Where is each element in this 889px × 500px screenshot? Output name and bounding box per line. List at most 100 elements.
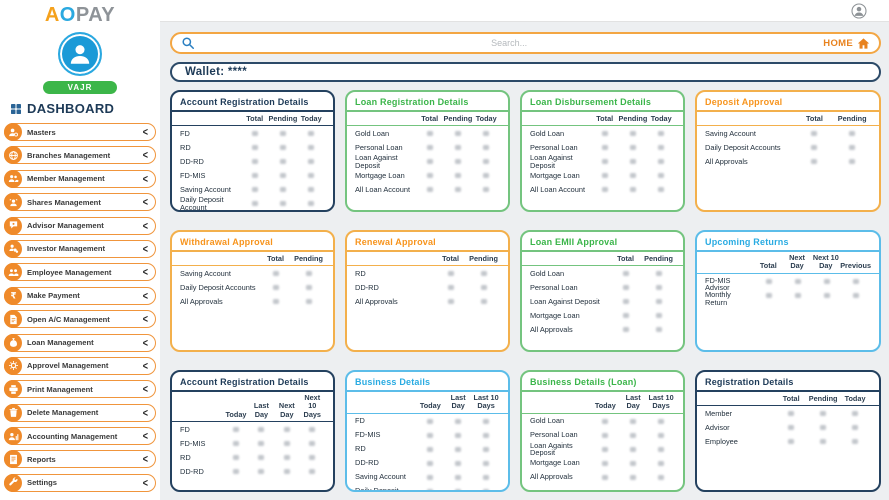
sidebar-item-employee-management[interactable]: Employee Management< (4, 263, 156, 281)
row-label: All Loan Account (530, 186, 591, 194)
blurred-value (602, 433, 608, 438)
row-label: DD-RD (355, 459, 416, 467)
blurred-value (481, 285, 487, 290)
value-cell (755, 293, 784, 298)
column-header: Next 10 Days (300, 394, 325, 419)
card-column-headers: TodayLast DayNext DayNext 10 Days (172, 392, 333, 422)
sidebar-item-advisor-management[interactable]: Advisor Management< (4, 217, 156, 235)
value-cell (642, 299, 675, 304)
value-cell (591, 159, 619, 164)
blurred-value (824, 279, 830, 284)
value-cell (609, 299, 642, 304)
shares-icon (4, 193, 22, 211)
sidebar-item-make-payment[interactable]: ₹Make Payment< (4, 287, 156, 305)
value-cell (416, 173, 444, 178)
blurred-value (853, 279, 859, 284)
value-cell (416, 131, 444, 136)
card-title: Deposit Approval (697, 97, 879, 112)
blurred-value (455, 173, 461, 178)
value-cell (609, 285, 642, 290)
profile-avatar-icon (851, 3, 867, 19)
sidebar-item-print-management[interactable]: Print Management< (4, 380, 156, 398)
blurred-value (455, 131, 461, 136)
value-cell (755, 279, 784, 284)
home-button[interactable]: HOME (823, 37, 870, 50)
value-cell (249, 455, 274, 460)
value-cell (647, 131, 675, 136)
sidebar-item-approvel-management[interactable]: Approvel Management< (4, 357, 156, 375)
sidebar-item-branches-management[interactable]: Branches Management< (4, 146, 156, 164)
value-cell (472, 461, 500, 466)
card-row: FD-MIS (180, 437, 325, 450)
row-label: Loan Againts Deposit (530, 442, 591, 458)
user-avatar[interactable] (58, 32, 102, 76)
blurred-value (483, 419, 489, 424)
card-row: Mortgage Loan (530, 169, 675, 182)
card-row: Gold Loan (355, 127, 500, 140)
value-cell (416, 447, 444, 452)
card-row: All Approvals (530, 471, 675, 484)
investor-coins-icon (4, 240, 22, 258)
sidebar-item-loan-management[interactable]: Loan Management< (4, 334, 156, 352)
blurred-value (427, 489, 433, 492)
value-cell (807, 411, 839, 416)
value-cell (416, 433, 444, 438)
value-cell (269, 131, 297, 136)
card-title: Registration Details (697, 377, 879, 392)
card-column-headers: TotalPendingToday (172, 112, 333, 126)
blurred-value (308, 201, 314, 206)
sidebar-item-label: Employee Management (27, 268, 143, 277)
value-cell (444, 145, 472, 150)
sidebar-item-delete-management[interactable]: Delete Management< (4, 404, 156, 422)
row-label: Gold Loan (355, 130, 416, 138)
value-cell (609, 327, 642, 332)
sidebar-item-reports[interactable]: Reports< (4, 450, 156, 468)
value-cell (807, 425, 839, 430)
search-input[interactable] (195, 38, 823, 48)
blurred-value (309, 427, 315, 432)
value-cell (444, 433, 472, 438)
blurred-value (258, 427, 264, 432)
blurred-value (656, 271, 662, 276)
blurred-value (483, 159, 489, 164)
sidebar-item-masters[interactable]: Masters< (4, 123, 156, 141)
card-row: FD-MIS (355, 429, 500, 442)
blurred-value (455, 489, 461, 492)
value-cell (274, 427, 299, 432)
sidebar-item-accounting-management[interactable]: Accounting Management< (4, 427, 156, 445)
blurred-value (656, 327, 662, 332)
blurred-value (280, 145, 286, 150)
sidebar-item-settings[interactable]: Settings< (4, 474, 156, 492)
blurred-value (233, 469, 239, 474)
blurred-value (852, 439, 858, 444)
blurred-value (853, 293, 859, 298)
sidebar-item-investor-management[interactable]: Investor Management< (4, 240, 156, 258)
row-label: All Approvals (530, 473, 591, 481)
sidebar-item-label: Open A/C Management (27, 315, 143, 324)
blurred-value (658, 475, 664, 480)
chevron-icon: < (143, 266, 148, 278)
blurred-value (824, 293, 830, 298)
column-header: Last Day (249, 402, 274, 419)
brand-logo: AOPAY (0, 4, 160, 27)
card-row: DD-RD (180, 155, 325, 168)
wallet-bar[interactable]: Wallet: **** (170, 62, 881, 82)
sidebar-item-open-a-c-management[interactable]: Open A/C Management< (4, 310, 156, 328)
value-cell (619, 475, 647, 480)
sidebar-item-member-management[interactable]: Member Management< (4, 170, 156, 188)
column-header: Today (839, 395, 871, 403)
value-cell (434, 285, 467, 290)
blurred-value (455, 447, 461, 452)
search-bar: HOME (170, 32, 881, 54)
card-title: Upcoming Returns (697, 237, 879, 252)
value-cell (223, 469, 248, 474)
blurred-value (309, 441, 315, 446)
profile-button[interactable] (851, 3, 867, 19)
blurred-value (306, 271, 312, 276)
column-header: Previous (840, 262, 871, 270)
value-cell (467, 285, 500, 290)
value-cell (416, 461, 444, 466)
card-business-details-loan: Business Details (Loan)TodayLast DayLast… (520, 370, 685, 492)
approval-gear-icon (4, 357, 22, 375)
sidebar-item-shares-management[interactable]: Shares Management< (4, 193, 156, 211)
